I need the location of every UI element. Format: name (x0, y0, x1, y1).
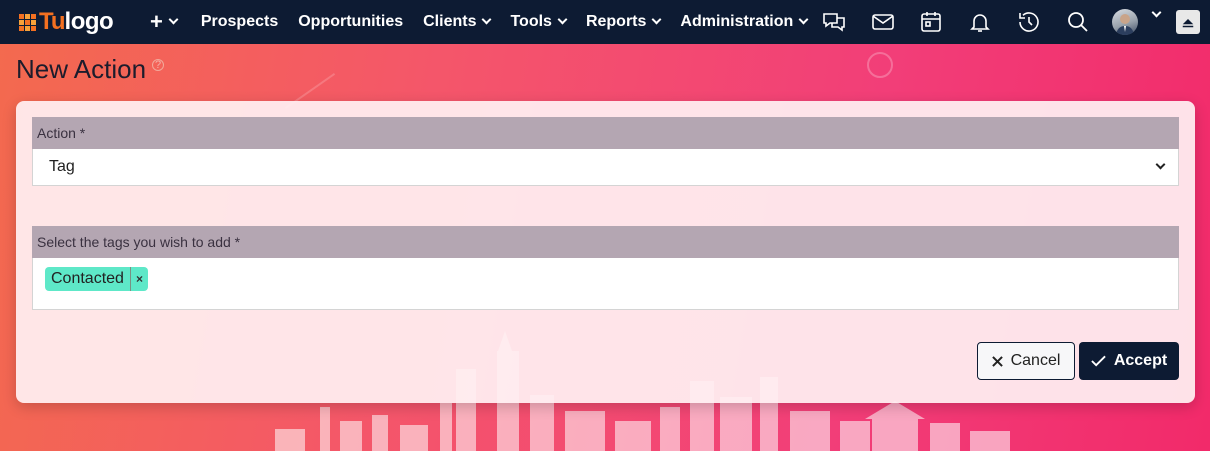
logo-mark-icon (19, 13, 36, 31)
new-action-card: Action * Tag Select the tags you wish to… (16, 101, 1195, 403)
chat-icon[interactable] (822, 10, 846, 34)
cancel-button[interactable]: Cancel (977, 342, 1075, 380)
accept-button[interactable]: Accept (1079, 342, 1179, 380)
nav-item-label: Tools (510, 13, 552, 30)
bell-icon[interactable] (968, 10, 992, 34)
nav-item-tools[interactable]: Tools (500, 13, 575, 31)
avatar[interactable] (1112, 9, 1138, 35)
page-title: New Action ? (16, 54, 165, 85)
nav-item-administration[interactable]: Administration (670, 13, 817, 31)
chevron-down-icon (168, 14, 179, 25)
search-icon[interactable] (1066, 10, 1090, 34)
nav-item-clients[interactable]: Clients (413, 13, 500, 31)
chevron-down-icon[interactable] (1151, 7, 1162, 18)
nav-item-reports[interactable]: Reports (576, 13, 670, 31)
chevron-down-icon (798, 14, 809, 25)
main-nav: Prospects Opportunities Clients Tools Re… (191, 0, 817, 44)
page-title-text: New Action (16, 54, 147, 84)
chevron-down-icon (651, 14, 662, 25)
mail-icon[interactable] (871, 10, 895, 34)
nav-item-label: Opportunities (298, 13, 404, 30)
help-icon[interactable]: ? (152, 59, 165, 71)
chevron-down-icon (482, 14, 492, 25)
logo-text-part2: logo (64, 8, 114, 35)
logo-text-part1: Tu (39, 8, 66, 35)
background-decoration (867, 52, 893, 78)
chevron-down-icon (1155, 159, 1166, 170)
action-select[interactable]: Tag (32, 149, 1179, 186)
chevron-down-icon (557, 14, 568, 25)
close-icon (991, 355, 1003, 367)
app-logo[interactable]: Tu logo (0, 0, 140, 44)
plus-icon: + (150, 9, 163, 34)
calendar-icon[interactable] (919, 10, 943, 34)
accept-button-label: Accept (1113, 352, 1168, 369)
cancel-button-label: Cancel (1010, 352, 1061, 369)
tags-field-label: Select the tags you wish to add * (32, 226, 1179, 258)
nav-item-label: Clients (423, 13, 477, 30)
tag-chip-label: Contacted (51, 270, 124, 287)
nav-item-opportunities[interactable]: Opportunities (288, 13, 413, 31)
nav-item-prospects[interactable]: Prospects (191, 13, 288, 31)
check-icon (1091, 355, 1106, 367)
nav-item-label: Administration (680, 13, 794, 30)
action-select-value: Tag (49, 158, 75, 175)
tag-remove-button[interactable]: × (129, 267, 148, 291)
nav-item-label: Prospects (200, 13, 279, 30)
collapse-up-icon[interactable] (1176, 10, 1200, 34)
quick-add-button[interactable]: + (150, 9, 179, 35)
tag-chip: Contacted × (45, 267, 148, 291)
toolbar-icons (809, 0, 1210, 44)
nav-item-label: Reports (585, 13, 647, 30)
history-icon[interactable] (1017, 10, 1041, 34)
top-navbar: Tu logo + Prospects Opportunities Client… (0, 0, 1210, 44)
action-field-label: Action * (32, 117, 1179, 149)
tags-input[interactable]: Contacted × (32, 258, 1179, 310)
